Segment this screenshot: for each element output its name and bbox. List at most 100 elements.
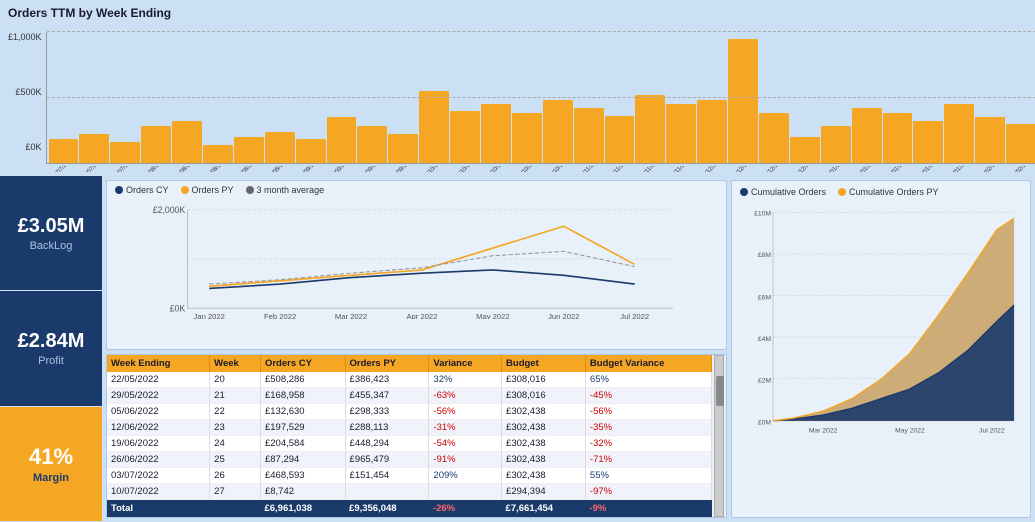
bar-item	[697, 100, 727, 163]
svg-text:£4M: £4M	[758, 336, 772, 343]
x-axis-label: 02/01/2022	[824, 166, 849, 172]
table-cell: 65%	[585, 372, 711, 388]
x-axis-label: 07/11/2021	[577, 166, 602, 172]
bar-item	[265, 132, 295, 163]
col-orders-cy: Orders CY	[260, 355, 345, 372]
table-cell: -31%	[429, 420, 502, 436]
bar-chart-y-axis: £1,000K £500K £0K	[8, 32, 42, 152]
table-cell: 209%	[429, 468, 502, 484]
area-chart-legend: Cumulative Orders Cumulative Orders PY	[740, 187, 1022, 197]
x-axis-label: 21/11/2021	[638, 166, 663, 172]
table-cell: -56%	[585, 404, 711, 420]
legend-cum-orders-py: Cumulative Orders PY	[838, 187, 939, 197]
table-cell: 03/07/2022	[107, 468, 210, 484]
bar-item	[450, 111, 480, 163]
table-cell: 26/06/2022	[107, 452, 210, 468]
x-axis-label: 12/09/2021	[329, 166, 354, 172]
bar-item	[327, 117, 357, 163]
svg-text:Mar 2022: Mar 2022	[809, 427, 838, 434]
kpi-backlog: £3.05M BackLog	[0, 176, 102, 291]
table-cell: 32%	[429, 372, 502, 388]
legend-label-3m: 3 month average	[257, 185, 325, 195]
footer-label: Total	[107, 500, 260, 518]
bar-item	[852, 108, 882, 163]
x-axis-label: 11/07/2021	[50, 166, 75, 172]
x-axis-label: 05/12/2021	[699, 166, 724, 172]
table-row: 29/05/202221£168,958£455,347-63%£308,016…	[107, 388, 712, 404]
kpi-profit: £2.84M Profit	[0, 291, 102, 406]
kpi-margin: 41% Margin	[0, 407, 102, 522]
svg-text:Jan 2022: Jan 2022	[194, 312, 225, 319]
table-cell: 05/06/2022	[107, 404, 210, 420]
table-cell: £308,016	[502, 388, 586, 404]
x-axis-label: 24/10/2021	[515, 166, 540, 172]
svg-text:£6M: £6M	[758, 294, 772, 301]
x-axis-label: 17/10/2021	[484, 166, 509, 172]
table-cell: 10/07/2022	[107, 484, 210, 500]
table-cell: 23	[210, 420, 261, 436]
bar-item	[357, 126, 387, 163]
bar-item	[635, 95, 665, 163]
svg-text:Jul 2022: Jul 2022	[620, 312, 649, 319]
x-axis-label: 06/02/2022	[979, 166, 1004, 172]
margin-value: 41%	[29, 444, 73, 470]
table-header-row: Week Ending Week Orders CY Orders PY Var…	[107, 355, 712, 372]
bar-chart-area: £1,000K £500K £0K 11/07/202118/07/202125…	[8, 24, 1027, 172]
table-cell: 22/05/2022	[107, 372, 210, 388]
legend-dot-3m	[246, 186, 254, 194]
x-axis-label: 30/01/2022	[948, 166, 973, 172]
x-axis-label: 13/02/2022	[1010, 166, 1035, 172]
x-axis-label: 10/10/2021	[453, 166, 478, 172]
svg-text:May 2022: May 2022	[895, 427, 925, 434]
table-cell: 25	[210, 452, 261, 468]
bar-item	[296, 139, 326, 163]
col-orders-py: Orders PY	[345, 355, 429, 372]
legend-label-cy: Orders CY	[126, 185, 169, 195]
svg-text:May 2022: May 2022	[476, 312, 510, 319]
table-cell: -32%	[585, 436, 711, 452]
y-label-1000k: £1,000K	[8, 32, 42, 42]
footer-budget: £7,661,454	[502, 500, 586, 518]
bar-item	[975, 117, 1005, 163]
table-cell: £298,333	[345, 404, 429, 420]
table-cell: 24	[210, 436, 261, 452]
svg-text:£8M: £8M	[758, 252, 772, 259]
table-cell: -71%	[585, 452, 711, 468]
legend-dot-cum	[740, 188, 748, 196]
bar-item	[574, 108, 604, 163]
profit-label: Profit	[38, 355, 64, 367]
table-cell: 22	[210, 404, 261, 420]
table-cell: -97%	[585, 484, 711, 500]
table-scrollbar[interactable]	[714, 355, 724, 517]
bar-item	[666, 104, 696, 163]
bar-item	[203, 145, 233, 163]
table-cell	[345, 484, 429, 500]
table-row: 22/05/202220£508,286£386,42332%£308,0166…	[107, 372, 712, 388]
x-axis-label: 22/08/2021	[236, 166, 261, 172]
table-panel: Week Ending Week Orders CY Orders PY Var…	[106, 354, 727, 518]
table-row: 12/06/202223£197,529£288,113-31%£302,438…	[107, 420, 712, 436]
table-cell: 27	[210, 484, 261, 500]
svg-text:£0K: £0K	[170, 303, 186, 313]
col-budget-variance: Budget Variance	[585, 355, 711, 372]
table-cell: £302,438	[502, 436, 586, 452]
bar-chart-title: Orders TTM by Week Ending	[8, 6, 1027, 20]
col-week-ending: Week Ending	[107, 355, 210, 372]
y-label-0k: £0K	[8, 142, 42, 152]
svg-text:£0M: £0M	[758, 420, 772, 427]
x-axis-label: 25/07/2021	[112, 166, 137, 172]
footer-orders-cy: £6,961,038	[260, 500, 345, 518]
table-cell: £288,113	[345, 420, 429, 436]
bar-item	[419, 91, 449, 163]
bar-item	[234, 137, 264, 163]
table-cell: -54%	[429, 436, 502, 452]
legend-cum-orders: Cumulative Orders	[740, 187, 826, 197]
table-cell: £302,438	[502, 420, 586, 436]
table-cell: 21	[210, 388, 261, 404]
footer-budget-variance: -9%	[585, 500, 711, 518]
x-axis-label: 01/08/2021	[143, 166, 168, 172]
x-axis-label: 12/12/2021	[730, 166, 755, 172]
bar-item	[883, 113, 913, 163]
bottom-section: £3.05M BackLog £2.84M Profit 41% Margin …	[0, 176, 1035, 522]
table-cell: 20	[210, 372, 261, 388]
